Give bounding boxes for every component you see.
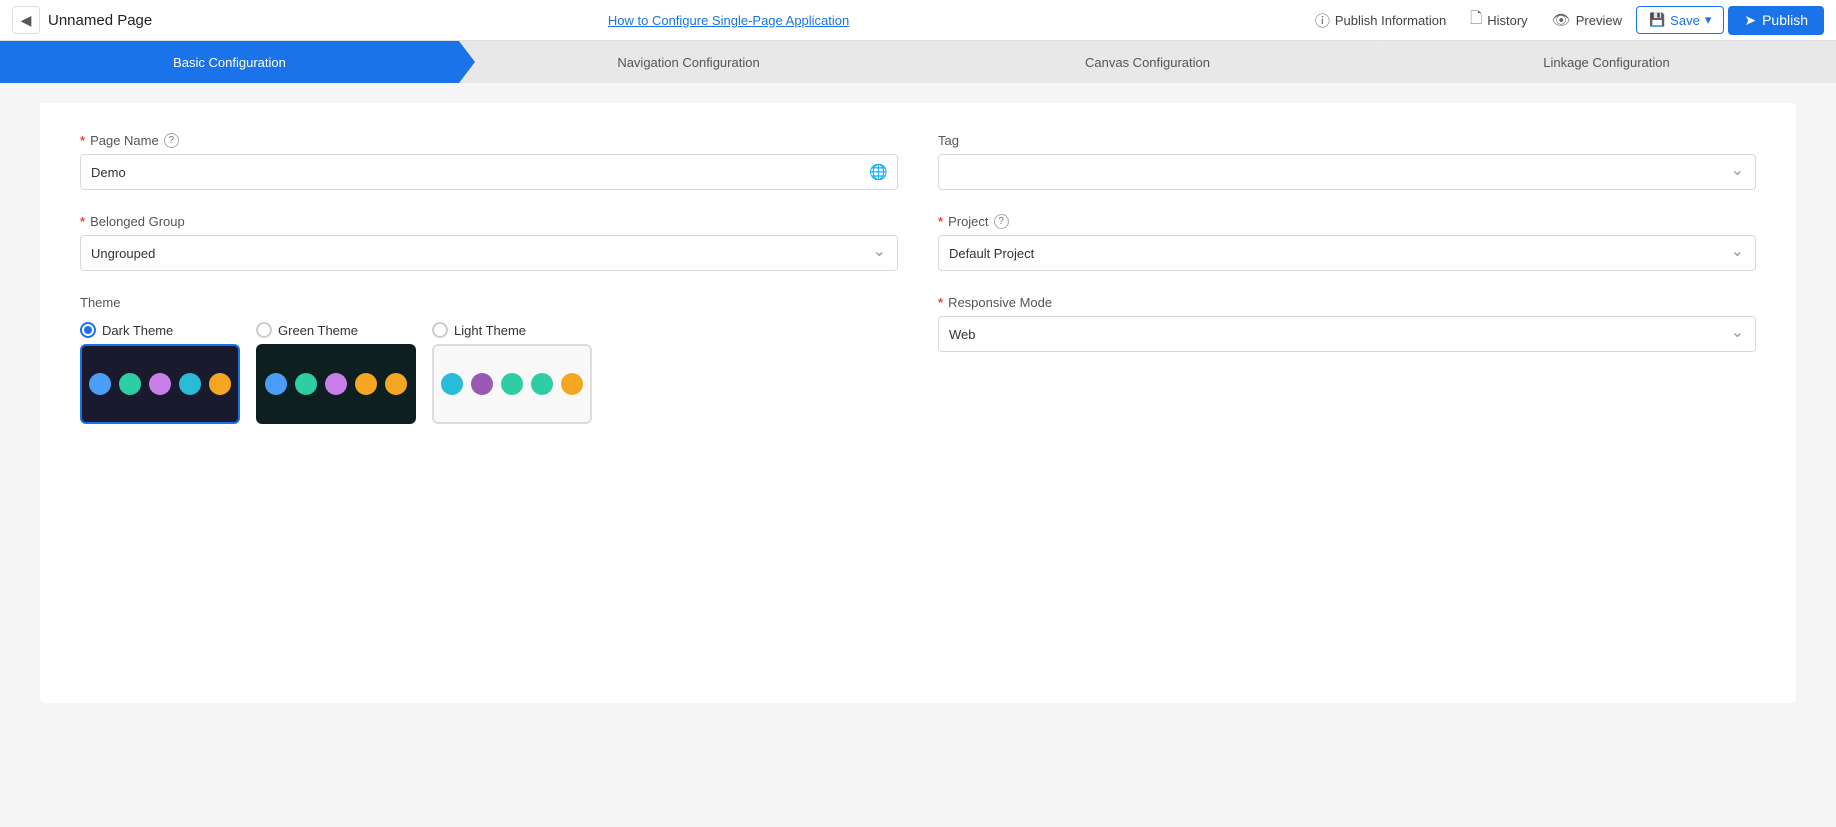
save-icon: 💾 bbox=[1649, 12, 1665, 28]
configure-link[interactable]: How to Configure Single-Page Application bbox=[608, 13, 849, 28]
light-theme-radio-label[interactable]: Light Theme bbox=[432, 322, 526, 338]
back-icon: ◀ bbox=[21, 12, 32, 29]
responsive-mode-select-wrapper: Web Mobile Tablet bbox=[938, 316, 1756, 352]
step-navigation[interactable]: Navigation Configuration bbox=[459, 41, 918, 83]
required-star-name: * bbox=[80, 133, 85, 148]
save-label: Save bbox=[1670, 13, 1700, 28]
app-header: ◀ Unnamed Page How to Configure Single-P… bbox=[0, 0, 1836, 41]
dark-dot-4 bbox=[179, 373, 201, 395]
publish-label: Publish bbox=[1762, 12, 1808, 28]
light-theme-preview[interactable] bbox=[432, 344, 592, 424]
page-name-input[interactable] bbox=[80, 154, 898, 190]
publish-button[interactable]: ➤ Publish bbox=[1728, 6, 1824, 35]
project-group: * Project ? Default Project bbox=[938, 214, 1756, 271]
save-dropdown-icon: ▾ bbox=[1705, 12, 1712, 28]
back-button[interactable]: ◀ bbox=[12, 6, 40, 34]
belonged-group-select[interactable]: Ungrouped bbox=[80, 235, 898, 271]
belonged-group-select-wrapper: Ungrouped bbox=[80, 235, 898, 271]
step-basic-label: Basic Configuration bbox=[173, 55, 286, 70]
step-canvas[interactable]: Canvas Configuration bbox=[918, 41, 1377, 83]
green-dot-3 bbox=[325, 373, 347, 395]
green-theme-radio[interactable] bbox=[256, 322, 272, 338]
required-star-group: * bbox=[80, 214, 85, 229]
light-theme-label: Light Theme bbox=[454, 323, 526, 338]
step-navigation-label: Navigation Configuration bbox=[617, 55, 759, 70]
page-title: Unnamed Page bbox=[48, 12, 152, 29]
step-linkage[interactable]: Linkage Configuration bbox=[1377, 41, 1836, 83]
green-theme-label: Green Theme bbox=[278, 323, 358, 338]
theme-options: Dark Theme Green Theme bbox=[80, 322, 898, 424]
step-linkage-label: Linkage Configuration bbox=[1543, 55, 1669, 70]
light-dot-1 bbox=[441, 373, 463, 395]
green-dot-1 bbox=[265, 373, 287, 395]
step-bar: Basic Configuration Navigation Configura… bbox=[0, 41, 1836, 83]
responsive-mode-label: * Responsive Mode bbox=[938, 295, 1756, 310]
form-row-1: * Page Name ? 🌐 Tag bbox=[80, 133, 1756, 190]
dark-theme-radio-label[interactable]: Dark Theme bbox=[80, 322, 173, 338]
globe-icon: 🌐 bbox=[869, 163, 888, 181]
page-name-input-wrapper: 🌐 bbox=[80, 154, 898, 190]
project-help-icon[interactable]: ? bbox=[994, 214, 1009, 229]
dark-dot-1 bbox=[89, 373, 111, 395]
history-icon: 🗋 bbox=[1470, 8, 1482, 33]
dark-dot-2 bbox=[119, 373, 141, 395]
green-dot-4 bbox=[355, 373, 377, 395]
theme-group: Theme Dark Theme bbox=[80, 295, 898, 424]
page-name-group: * Page Name ? 🌐 bbox=[80, 133, 898, 190]
responsive-mode-group: * Responsive Mode Web Mobile Tablet bbox=[938, 295, 1756, 352]
header-left: ◀ Unnamed Page bbox=[12, 6, 152, 34]
page-name-label: * Page Name ? bbox=[80, 133, 898, 148]
publish-info-label: Publish Information bbox=[1335, 13, 1446, 28]
required-star-project: * bbox=[938, 214, 943, 229]
tag-select-wrapper bbox=[938, 154, 1756, 190]
preview-label: Preview bbox=[1576, 13, 1622, 28]
step-canvas-label: Canvas Configuration bbox=[1085, 55, 1210, 70]
theme-option-light[interactable]: Light Theme bbox=[432, 322, 592, 424]
publish-info-icon: ⓘ bbox=[1315, 10, 1330, 31]
tag-label: Tag bbox=[938, 133, 1756, 148]
theme-option-dark[interactable]: Dark Theme bbox=[80, 322, 240, 424]
dark-theme-preview[interactable] bbox=[80, 344, 240, 424]
project-select[interactable]: Default Project bbox=[938, 235, 1756, 271]
green-theme-preview[interactable] bbox=[256, 344, 416, 424]
project-label: * Project ? bbox=[938, 214, 1756, 229]
responsive-mode-select[interactable]: Web Mobile Tablet bbox=[938, 316, 1756, 352]
header-right: ⓘ Publish Information 🗋 History 👁 Previe… bbox=[1305, 3, 1824, 38]
dark-dot-3 bbox=[149, 373, 171, 395]
green-dot-5 bbox=[385, 373, 407, 395]
theme-label: Theme bbox=[80, 295, 898, 310]
belonged-group-group: * Belonged Group Ungrouped bbox=[80, 214, 898, 271]
belonged-group-label: * Belonged Group bbox=[80, 214, 898, 229]
history-button[interactable]: 🗋 History bbox=[1460, 3, 1538, 38]
preview-icon: 👁 bbox=[1552, 11, 1571, 29]
publish-icon: ➤ bbox=[1744, 12, 1756, 29]
main-content: * Page Name ? 🌐 Tag * Belon bbox=[40, 103, 1796, 703]
form-row-3: Theme Dark Theme bbox=[80, 295, 1756, 424]
green-dot-2 bbox=[295, 373, 317, 395]
light-dot-4 bbox=[531, 373, 553, 395]
history-label: History bbox=[1487, 13, 1527, 28]
form-row-2: * Belonged Group Ungrouped * Project ? D… bbox=[80, 214, 1756, 271]
dark-theme-label: Dark Theme bbox=[102, 323, 173, 338]
publish-info-button[interactable]: ⓘ Publish Information bbox=[1305, 5, 1456, 36]
preview-button[interactable]: 👁 Preview bbox=[1542, 6, 1632, 34]
required-star-responsive: * bbox=[938, 295, 943, 310]
tag-group: Tag bbox=[938, 133, 1756, 190]
light-dot-5 bbox=[561, 373, 583, 395]
light-dot-3 bbox=[501, 373, 523, 395]
dark-theme-radio[interactable] bbox=[80, 322, 96, 338]
step-basic[interactable]: Basic Configuration bbox=[0, 41, 459, 83]
theme-option-green[interactable]: Green Theme bbox=[256, 322, 416, 424]
page-name-help-icon[interactable]: ? bbox=[164, 133, 179, 148]
header-center: How to Configure Single-Page Application bbox=[162, 13, 1295, 28]
tag-select[interactable] bbox=[938, 154, 1756, 190]
project-select-wrapper: Default Project bbox=[938, 235, 1756, 271]
green-theme-radio-label[interactable]: Green Theme bbox=[256, 322, 358, 338]
save-button[interactable]: 💾 Save ▾ bbox=[1636, 6, 1724, 34]
light-theme-radio[interactable] bbox=[432, 322, 448, 338]
light-dot-2 bbox=[471, 373, 493, 395]
dark-dot-5 bbox=[209, 373, 231, 395]
